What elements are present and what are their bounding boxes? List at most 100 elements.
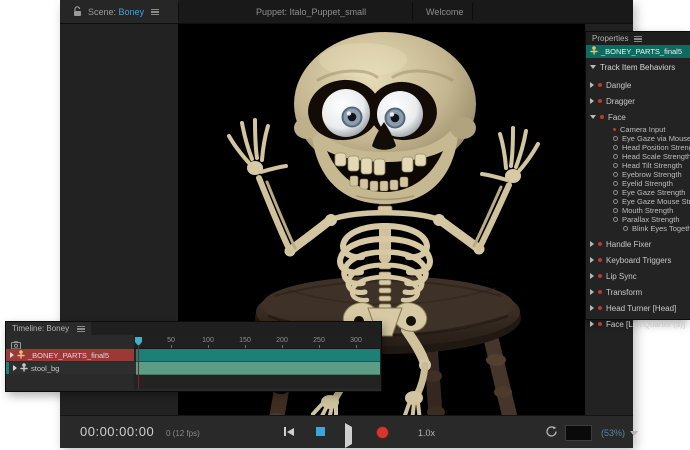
chevron-right-icon[interactable] [590,98,594,104]
record-button[interactable] [376,426,389,439]
record-dot-icon[interactable] [598,242,602,246]
behavior-face-left-quarter[interactable]: Face [Left Quarter (3)] [586,319,690,329]
ruler-tick: 150 [239,337,251,344]
behavior-lip-sync[interactable]: Lip Sync [586,271,690,281]
panel-menu-icon[interactable] [77,326,85,332]
record-dot-icon[interactable] [598,306,602,310]
tab-puppet[interactable]: Puppet: Italo_Puppet_small [256,7,366,17]
record-dot-icon[interactable] [598,258,602,262]
chevron-right-icon[interactable] [590,273,594,279]
scene-tab-label: Scene: [88,7,116,17]
zoom-level[interactable]: (53%) [601,428,625,438]
stop-button[interactable] [316,427,325,436]
ring-icon[interactable] [613,190,618,195]
chevron-right-icon[interactable] [590,289,594,295]
timeline-ruler[interactable]: 50 100 150 200 250 300 [134,335,381,349]
record-dot-icon[interactable] [598,274,602,278]
chevron-right-icon[interactable] [590,241,594,247]
chevron-down-icon[interactable] [590,65,596,69]
properties-header[interactable]: Properties [586,32,690,45]
timecode: 00:00:00:00 [80,424,154,439]
param-parallax-strength[interactable]: Parallax Strength [586,215,690,224]
section-track-item-behaviors[interactable]: Track Item Behaviors [586,60,690,74]
ring-icon[interactable] [613,154,618,159]
play-button[interactable] [345,427,352,445]
behavior-keyboard-triggers[interactable]: Keyboard Triggers [586,255,690,265]
param-eye-gaze-mouse-strength[interactable]: Eye Gaze Mouse Strength [586,197,690,206]
scene-name: Boney [119,7,145,17]
ruler-tick: 100 [202,337,214,344]
behavior-transform[interactable]: Transform [586,287,690,297]
timeline-panel: Timeline: Boney 50 100 150 200 250 300 [5,321,382,392]
param-head-tilt-strength[interactable]: Head Tilt Strength [586,161,690,170]
chevron-right-icon[interactable] [13,365,17,371]
lock-icon[interactable] [73,6,82,17]
chevron-right-icon[interactable] [10,352,14,358]
skip-to-start-button[interactable] [284,427,294,436]
track-bar[interactable] [136,362,380,375]
param-eye-gaze-via-mouse-input[interactable]: Eye Gaze via Mouse Input [586,134,690,143]
param-head-position-strength[interactable]: Head Position Strength [586,143,690,152]
record-dot-icon[interactable] [598,322,602,326]
behavior-dragger[interactable]: Dragger [586,96,690,106]
color-swatch[interactable] [565,425,592,441]
record-dot-icon[interactable] [613,128,616,131]
selected-track-item[interactable]: _BONEY_PARTS_final5 [586,45,690,58]
refresh-icon[interactable] [545,425,558,443]
record-dot-icon[interactable] [598,99,602,103]
param-eyebrow-strength[interactable]: Eyebrow Strength [586,170,690,179]
tab-welcome[interactable]: Welcome [426,7,463,17]
top-tab-bar: Scene: Boney Puppet: Italo_Puppet_small … [60,0,633,24]
track-label[interactable]: _BONEY_PARTS_final5 [6,349,134,361]
behavior-dangle[interactable]: Dangle [586,80,690,90]
track-bar[interactable] [136,349,380,362]
ruler-tick: 250 [313,337,325,344]
ring-icon[interactable] [613,172,618,177]
puppet-icon [20,363,28,374]
tab-timeline[interactable]: Timeline: Boney [6,322,91,335]
track-row-stool-bg[interactable]: stool_bg [6,362,381,374]
ring-icon[interactable] [613,199,618,204]
chevron-right-icon[interactable] [590,321,594,327]
chevron-right-icon[interactable] [590,305,594,311]
puppet-icon [590,46,598,57]
track-label[interactable]: stool_bg [6,362,137,374]
param-head-scale-strength[interactable]: Head Scale Strength [586,152,690,161]
ring-icon[interactable] [613,181,618,186]
param-mouth-strength[interactable]: Mouth Strength [586,206,690,215]
ring-icon[interactable] [613,163,618,168]
tab-divider [472,3,473,20]
behavior-handle-fixer[interactable]: Handle Fixer [586,239,690,249]
record-dot-icon[interactable] [600,115,604,119]
properties-title: Properties [592,34,628,43]
param-eyelid-strength[interactable]: Eyelid Strength [586,179,690,188]
ring-icon[interactable] [623,226,628,231]
param-camera-input[interactable]: Camera Input [586,125,690,134]
playback-speed[interactable]: 1.0x [418,428,435,438]
chevron-right-icon[interactable] [590,82,594,88]
behavior-head-turner[interactable]: Head Turner [Head] [586,303,690,313]
chevron-down-icon[interactable] [630,431,638,436]
panel-menu-icon[interactable] [151,9,159,15]
puppet-icon [17,350,25,361]
ring-icon[interactable] [613,217,618,222]
chevron-right-icon[interactable] [590,257,594,263]
playhead-line[interactable] [138,345,139,389]
ruler-tick: 50 [167,337,175,344]
param-eye-gaze-strength[interactable]: Eye Gaze Strength [586,188,690,197]
track-row-boney-parts[interactable]: _BONEY_PARTS_final5 [6,349,381,361]
behavior-face[interactable]: Face [586,112,690,122]
panel-menu-icon[interactable] [634,36,642,42]
ring-icon[interactable] [613,145,618,150]
ring-icon[interactable] [613,208,618,213]
transport-bar: 00:00:00:00 0 (12 fps) 1.0x (53%) [60,415,633,448]
param-blink-eyes-together[interactable]: Blink Eyes Together [586,224,690,233]
chevron-down-icon[interactable] [590,115,596,119]
tab-divider [178,3,179,20]
ruler-tick: 300 [350,337,362,344]
record-dot-icon[interactable] [598,290,602,294]
record-dot-icon[interactable] [598,83,602,87]
ring-icon[interactable] [613,136,618,141]
ruler-tick: 200 [276,337,288,344]
tab-scene[interactable]: Scene: Boney [60,0,178,23]
